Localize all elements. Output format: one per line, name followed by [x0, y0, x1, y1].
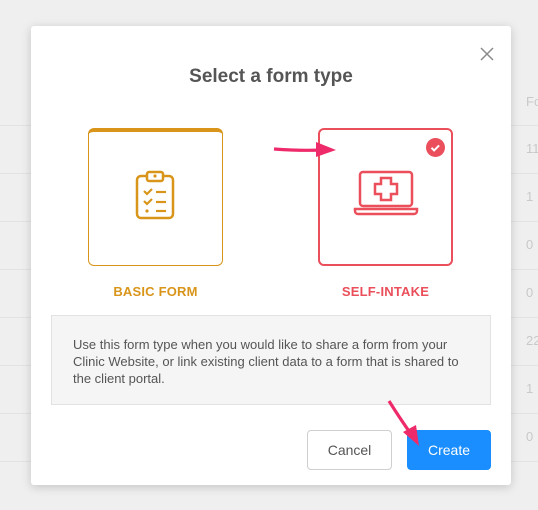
selected-check-icon — [426, 138, 445, 157]
form-type-modal: Select a form type BASIC FORM SELF-INTAK… — [31, 26, 511, 485]
table-cell: 11 — [526, 141, 538, 156]
table-cell: 22 — [526, 333, 538, 348]
cancel-button[interactable]: Cancel — [307, 430, 392, 470]
basic-form-label[interactable]: BASIC FORM — [88, 284, 223, 299]
close-icon[interactable] — [478, 45, 496, 63]
table-cell: 0 — [526, 237, 534, 252]
table-cell: 0 — [526, 429, 534, 444]
column-header: Fo — [526, 94, 538, 109]
modal-title: Select a form type — [189, 66, 353, 87]
clipboard-checklist-icon — [135, 170, 175, 225]
table-cell: 0 — [526, 285, 534, 300]
form-type-description: Use this form type when you would like t… — [51, 315, 491, 405]
table-cell: 1 — [526, 189, 534, 204]
laptop-medical-cross-icon — [353, 170, 419, 221]
basic-form-card[interactable] — [88, 128, 223, 266]
table-cell: 1 — [526, 381, 534, 396]
annotation-arrow-right-icon — [272, 138, 338, 165]
self-intake-label[interactable]: SELF-INTAKE — [318, 284, 453, 299]
annotation-arrow-down-icon — [385, 398, 425, 455]
self-intake-card[interactable] — [318, 128, 453, 266]
